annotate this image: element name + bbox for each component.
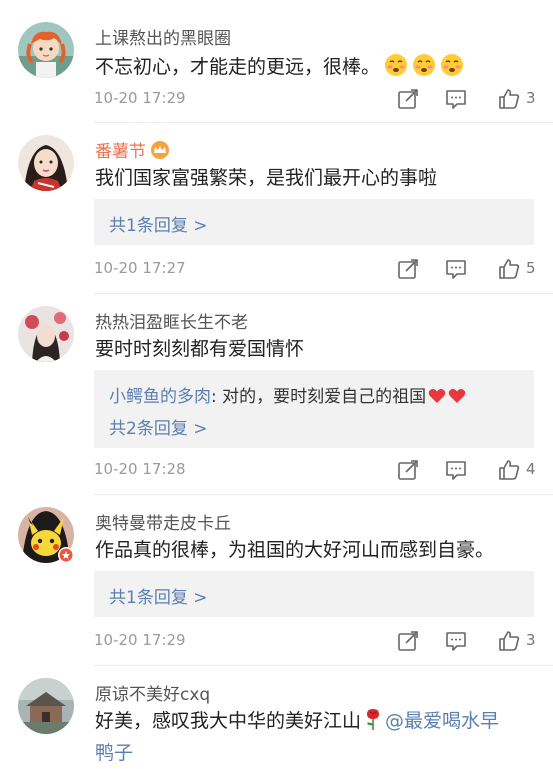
like-count: 4 [526, 460, 536, 478]
reply-box[interactable]: 小鳄鱼的多肉: 对的，要时刻爱自己的祖国 共2条回复 > [94, 370, 534, 448]
avatar[interactable] [18, 306, 74, 362]
comment-icon[interactable] [444, 629, 468, 653]
comment-text: 不忘初心，才能走的更远，很棒。 [95, 51, 535, 83]
comment-icon[interactable] [444, 458, 468, 482]
thumbs-up-icon[interactable] [497, 257, 521, 281]
thumbs-up-icon[interactable] [497, 87, 521, 111]
repost-icon[interactable] [396, 87, 420, 111]
comment-icon[interactable] [444, 257, 468, 281]
comment-text: 好美，感叹我大中华的美好江山 @最爱喝水早 鸭子 [95, 705, 535, 769]
view-replies-link[interactable]: 共1条回复 > [109, 583, 207, 608]
blushing-face-icon [385, 54, 408, 76]
comment-item: 上课熬出的黑眼圈 不忘初心，才能走的更远，很棒。 10-20 17:29 3 [0, 0, 553, 122]
comment-text: 我们国家富强繁荣，是我们最开心的事啦 [95, 167, 438, 189]
red-heart-icon [428, 389, 446, 403]
comment-item: 原谅不美好cxq 好美，感叹我大中华的美好江山 @最爱喝水早 鸭子 [0, 666, 553, 764]
repost-icon[interactable] [396, 458, 420, 482]
red-heart-icon [448, 389, 466, 403]
reply-box[interactable]: 共1条回复 > [94, 571, 534, 617]
avatar[interactable] [18, 678, 74, 734]
comment-item: 番薯节 我们国家富强繁荣，是我们最开心的事啦 共1条回复 > 10-20 17:… [0, 123, 553, 293]
view-replies-link[interactable]: 共1条回复 > [109, 211, 207, 236]
reply-preview: 小鳄鱼的多肉: 对的，要时刻爱自己的祖国 [109, 382, 466, 407]
repost-icon[interactable] [396, 257, 420, 281]
comment-text: 作品真的很棒，为祖国的大好河山而感到自豪。 [95, 539, 495, 561]
comment-text-content: 不忘初心，才能走的更远，很棒。 [95, 56, 381, 78]
comment-actions: 10-20 17:29 3 [94, 87, 536, 111]
avatar[interactable] [18, 22, 74, 78]
avatar[interactable] [18, 135, 74, 191]
blushing-face-icon [441, 54, 464, 76]
reply-username[interactable]: 小鳄鱼的多肉 [109, 387, 211, 407]
username-text: 番薯节 [95, 142, 146, 162]
comment-icon[interactable] [444, 87, 468, 111]
timestamp: 10-20 17:27 [94, 259, 186, 277]
reply-box[interactable]: 共1条回复 > [94, 199, 534, 245]
comment-text: 要时时刻刻都有爱国情怀 [95, 338, 305, 360]
crown-icon [151, 141, 169, 159]
comment-item: 热热泪盈眶长生不老 要时时刻刻都有爱国情怀 小鳄鱼的多肉: 对的，要时刻爱自己的… [0, 294, 553, 494]
comment-feed: 上课熬出的黑眼圈 不忘初心，才能走的更远，很棒。 10-20 17:29 3 番 [0, 0, 553, 764]
like-count: 3 [526, 89, 536, 107]
avatar[interactable] [18, 507, 74, 563]
comment-item: 奥特曼带走皮卡丘 作品真的很棒，为祖国的大好河山而感到自豪。 共1条回复 > 1… [0, 495, 553, 665]
timestamp: 10-20 17:29 [94, 89, 186, 107]
blushing-face-icon [413, 54, 436, 76]
thumbs-up-icon[interactable] [497, 458, 521, 482]
comment-actions: 10-20 17:28 4 [94, 458, 536, 482]
like-count: 3 [526, 631, 536, 649]
like-count: 5 [526, 259, 536, 277]
comment-text-content: 好美，感叹我大中华的美好江山 [95, 710, 362, 732]
reply-text: 对的，要时刻爱自己的祖国 [216, 387, 427, 407]
timestamp: 10-20 17:29 [94, 631, 186, 649]
view-replies-link[interactable]: 共2条回复 > [109, 414, 207, 439]
username[interactable]: 热热泪盈眶长生不老 [95, 308, 248, 333]
mention-link[interactable]: @最爱喝水早 [385, 710, 499, 732]
rose-icon [367, 709, 380, 730]
username[interactable]: 番薯节 [95, 137, 170, 162]
repost-icon[interactable] [396, 629, 420, 653]
comment-actions: 10-20 17:27 5 [94, 257, 536, 281]
comment-actions: 10-20 17:29 3 [94, 629, 536, 653]
username[interactable]: 奥特曼带走皮卡丘 [95, 509, 231, 534]
username[interactable]: 原谅不美好cxq [95, 680, 210, 705]
thumbs-up-icon[interactable] [497, 629, 521, 653]
timestamp: 10-20 17:28 [94, 460, 186, 478]
username[interactable]: 上课熬出的黑眼圈 [95, 24, 231, 49]
